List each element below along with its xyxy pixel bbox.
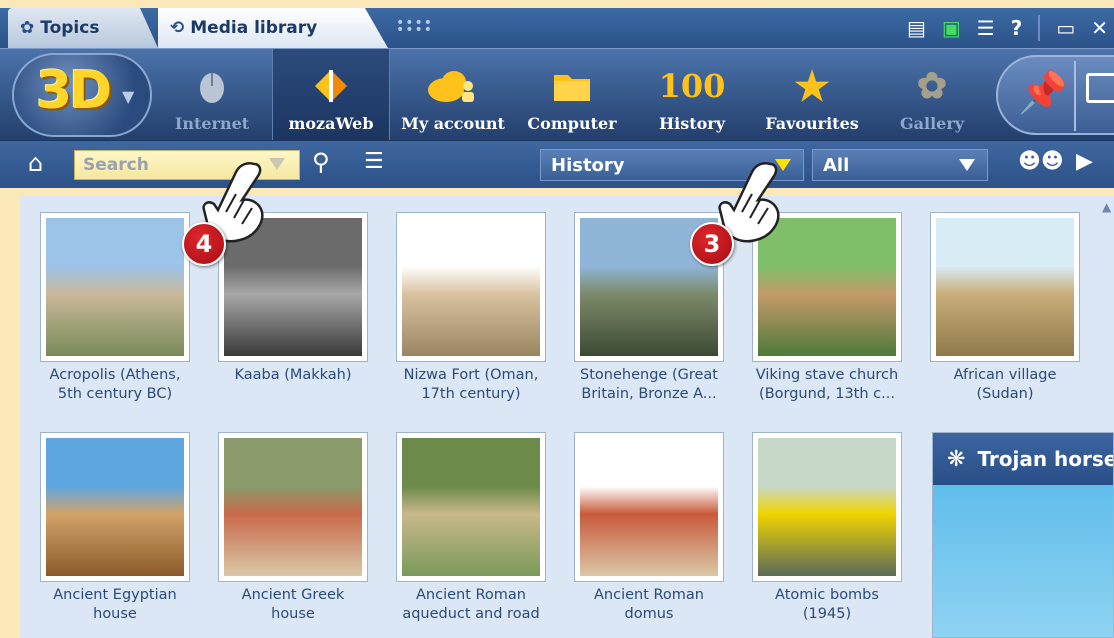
help-icon[interactable]: ? [1011,16,1023,40]
divider [1038,15,1041,41]
close-icon[interactable]: ✕ [1091,16,1108,40]
star-icon: ★ [794,62,830,110]
window-controls: ▤ ▣ ☰ ? ▭ ✕ [907,8,1114,48]
media-thumbnail[interactable] [218,432,368,582]
tab-media-library-label: Media library [190,18,318,38]
tab-media-library[interactable]: ⟲ Media library [158,8,388,48]
loading-spinner-icon: ❋ [947,446,966,472]
media-caption: Ancient Egyptian house [53,587,177,622]
cloud-user-icon [426,64,480,108]
preview-panel-header: ❋ Trojan horse [933,433,1113,485]
toolbar-favourites-button[interactable]: ★ Favourites [756,49,868,141]
toolbar-mozaweb-button[interactable]: mozaWeb [272,49,390,141]
divider [1074,61,1076,131]
media-library-icon: ⟲ [170,18,185,38]
media-caption: Ancient Roman domus [593,587,704,622]
toolbar-history-button[interactable]: 100 History [640,49,744,141]
media-caption: Ancient Greek house [241,587,345,622]
toolbar-internet-button[interactable]: Internet [164,49,260,141]
list-view-icon[interactable]: ☰ [977,16,995,40]
pin-image-buttons: 📌 [996,55,1114,135]
mouse-icon [197,64,227,108]
media-thumbnail[interactable] [574,432,724,582]
thumbnail-image [580,438,718,576]
thumbnail-image [46,218,184,356]
media-thumbnail[interactable] [40,432,190,582]
category-select-value: History [551,154,625,176]
logo-3d-button[interactable]: 3D ▼ [12,53,152,137]
toolbar-favourites-label: Favourites [765,114,859,133]
toolbar-computer-label: Computer [527,114,617,133]
toolbar-my-account-label: My account [401,114,505,133]
toolbar-gallery-button[interactable]: ✿ Gallery [880,49,984,141]
media-caption: Kaaba (Makkah) [234,367,352,383]
toggle-panel-icon[interactable]: ▶ [1076,149,1093,174]
toolbar-my-account-button[interactable]: My account [396,49,510,141]
chevron-down-icon [959,159,975,171]
view-square-icon[interactable]: ▣ [942,16,961,40]
callout-badge-3: 3 [690,222,734,266]
chevron-down-icon: ▼ [122,87,135,106]
grip-icon[interactable]: •••• •••• [396,16,433,37]
media-thumbnail[interactable] [930,212,1080,362]
media-caption: Stonehenge (Great Britain, Bronze A... [580,367,718,402]
toolbar-internet-label: Internet [174,114,250,133]
thumbnail-image [46,438,184,576]
media-caption: Viking stave church (Borgund, 13th c... [755,367,899,402]
media-thumbnail[interactable] [752,432,902,582]
search-placeholder: Search [83,155,149,175]
thumbnail-image [402,438,540,576]
search-icon[interactable]: ⚲ [312,148,330,176]
window-maximize-icon[interactable]: ▭ [1056,16,1075,40]
logo-3d-text: 3D [36,61,112,121]
subcategory-select-value: All [823,154,850,176]
preview-panel-title: Trojan horse [977,447,1113,471]
toolbar-computer-button[interactable]: Computer [520,49,624,141]
thumbnail-image [758,438,896,576]
topics-icon: ✿ [20,18,35,38]
flower-icon: ✿ [916,65,948,107]
image-icon[interactable] [1086,73,1114,103]
media-caption: Ancient Roman aqueduct and road [402,587,540,622]
media-caption: African village (Sudan) [953,367,1057,402]
media-thumbnail[interactable] [396,432,546,582]
media-thumbnail[interactable] [40,212,190,362]
toolbar-gallery-label: Gallery [899,114,965,133]
toolbar-history-label: History [659,114,725,133]
folder-icon [552,64,592,108]
history-100-icon: 100 [658,67,726,105]
subcategory-select[interactable]: All [812,149,988,181]
tab-topics[interactable]: ✿ Topics [8,8,158,48]
media-caption: Acropolis (Athens, 5th century BC) [49,367,181,402]
pin-icon[interactable]: 📌 [1018,69,1068,116]
home-icon[interactable]: ⌂ [28,149,43,177]
media-caption: Nizwa Fort (Oman, 17th century) [403,367,539,402]
scroll-up-icon[interactable]: ▲ [1102,200,1114,214]
media-thumbnail[interactable] [396,212,546,362]
list-icon[interactable]: ☰ [364,149,384,174]
users-icon[interactable]: ☻☻ [1018,149,1064,174]
layout-icon[interactable]: ▤ [907,16,926,40]
tab-topics-label: Topics [40,18,100,38]
main-toolbar: 3D ▼ Internet mozaWeb My account Compute… [0,48,1114,141]
mozaweb-icon [311,64,351,108]
preview-panel[interactable]: ❋ Trojan horse [932,432,1114,638]
filter-bar: ⌂ Search ⚲ ☰ History All ☻☻ ▶ [0,140,1114,188]
thumbnail-image [402,218,540,356]
thumbnail-image [936,218,1074,356]
media-caption: Atomic bombs (1945) [775,587,879,622]
callout-badge-4: 4 [182,222,226,266]
app-window: ✿ Topics ⟲ Media library •••• •••• ▤ ▣ ☰ … [0,0,1114,638]
toolbar-mozaweb-label: mozaWeb [288,114,374,133]
thumbnail-image [224,438,362,576]
tab-bar: ✿ Topics ⟲ Media library •••• •••• ▤ ▣ ☰ … [0,8,1114,48]
